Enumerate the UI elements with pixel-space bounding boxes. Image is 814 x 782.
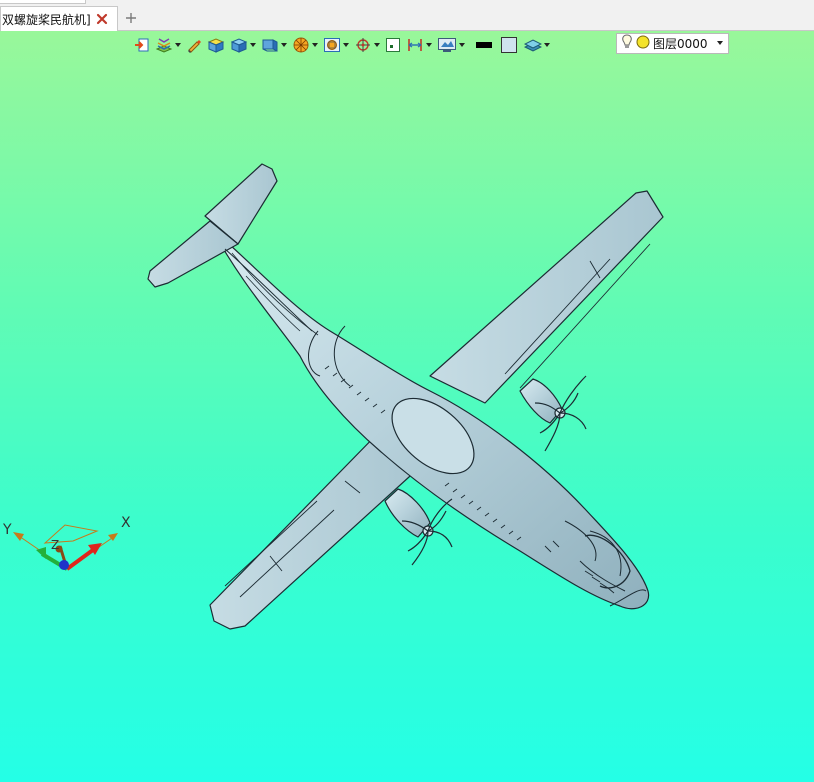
model-canvas[interactable]: X Y Z (0, 31, 814, 782)
app-window: 双螺旋桨民航机] X Y Z 图层0000 (0, 0, 814, 782)
close-icon[interactable] (95, 11, 109, 25)
z-axis-label: Z (51, 538, 59, 552)
lightbulb-icon[interactable] (621, 33, 633, 54)
chevron-down-icon[interactable] (717, 41, 723, 45)
axis-triad: X Y Z (2, 515, 131, 571)
tab-strip-edge (0, 0, 86, 4)
document-tab-title: 双螺旋桨民航机] (2, 12, 91, 27)
y-axis-label: Y (2, 522, 12, 538)
plus-icon[interactable] (124, 10, 138, 24)
airplane-model[interactable] (147, 163, 664, 630)
quick-access-toolbar (100, 0, 370, 4)
layer-select[interactable]: 图层0000 (616, 33, 729, 54)
document-tab-bar: 双螺旋桨民航机] (0, 0, 814, 31)
layer-name: 图层0000 (653, 37, 708, 51)
x-axis-label: X (121, 515, 131, 531)
right-wing (429, 190, 664, 404)
yellow-dot-icon[interactable] (636, 34, 650, 53)
3d-viewport[interactable]: X Y Z (0, 31, 814, 782)
document-tab[interactable]: 双螺旋桨民航机] (0, 6, 118, 31)
